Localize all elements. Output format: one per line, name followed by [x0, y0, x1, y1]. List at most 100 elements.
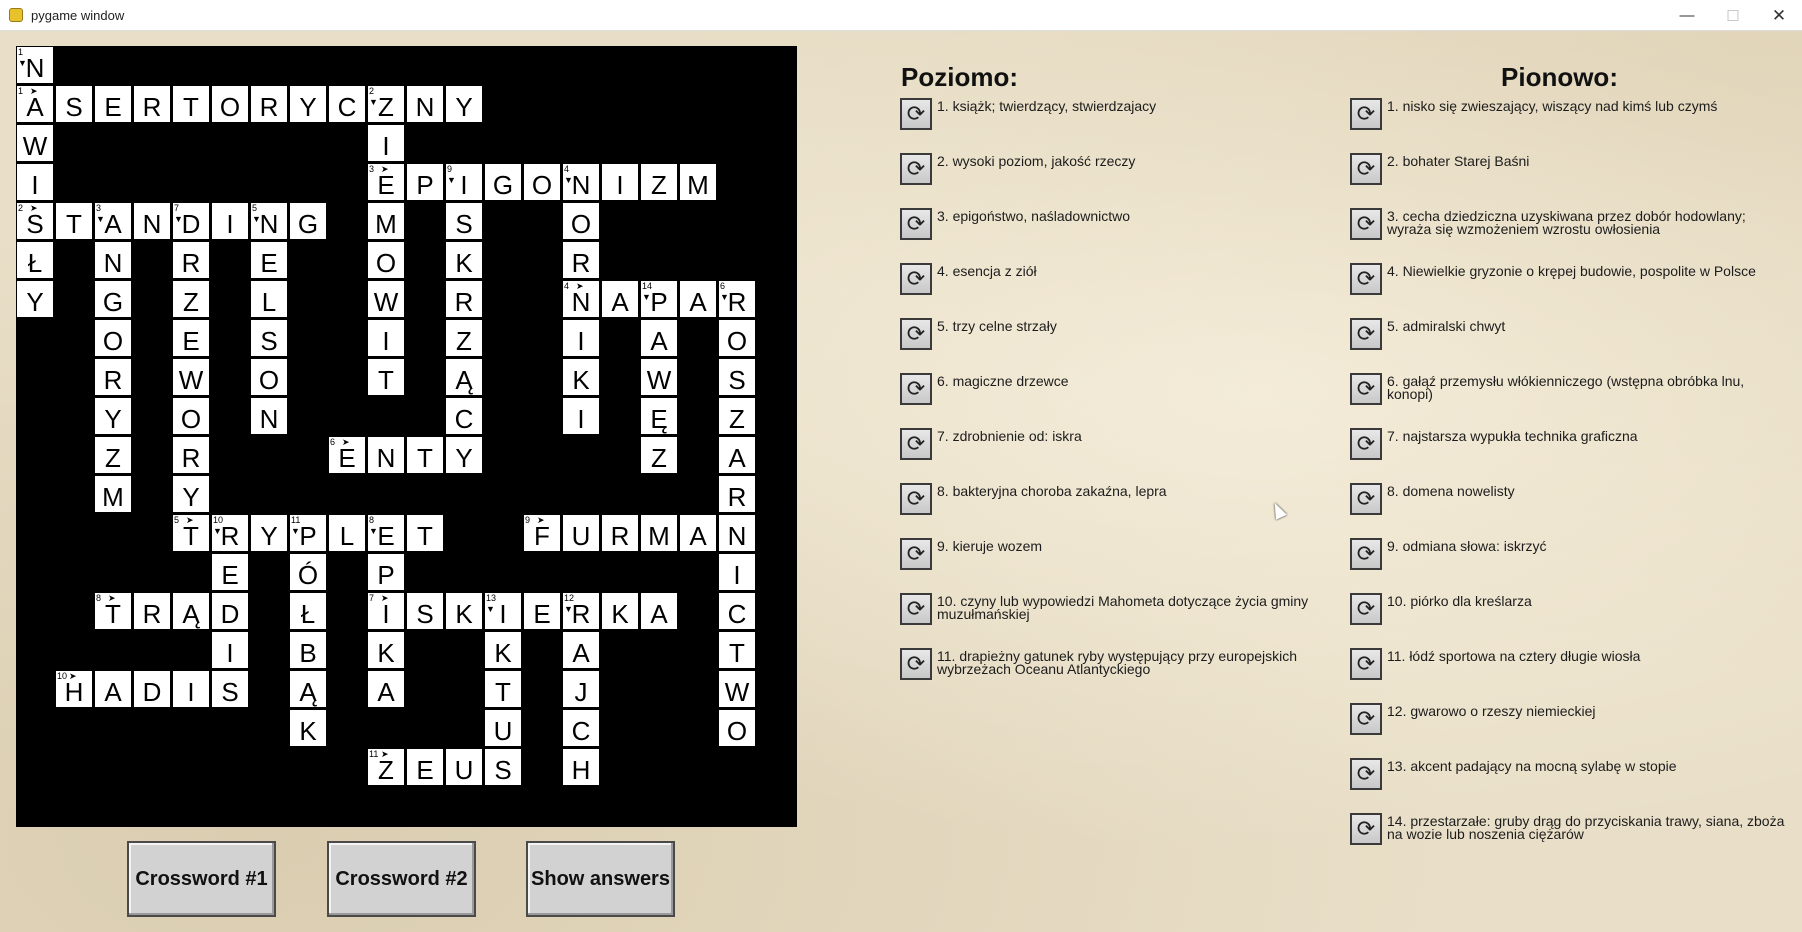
- crossword-cell[interactable]: G: [290, 203, 326, 239]
- crossword-cell[interactable]: Ą: [446, 359, 482, 395]
- crossword-cell[interactable]: D: [134, 671, 170, 707]
- crossword-cell[interactable]: I: [368, 320, 404, 356]
- crossword-cell[interactable]: T: [173, 86, 209, 122]
- crossword-cell[interactable]: C: [329, 86, 365, 122]
- crossword-cell[interactable]: U: [563, 515, 599, 551]
- crossword-cell[interactable]: E 6 ➤: [329, 437, 365, 473]
- crossword-cell[interactable]: O: [719, 710, 755, 746]
- crossword-cell[interactable]: Z: [641, 437, 677, 473]
- crossword-cell[interactable]: M: [368, 203, 404, 239]
- crossword-cell[interactable]: C: [719, 593, 755, 629]
- crossword-cell[interactable]: S: [485, 749, 521, 785]
- crossword-cell[interactable]: J: [563, 671, 599, 707]
- crossword-cell[interactable]: O: [368, 242, 404, 278]
- crossword-cell[interactable]: L: [329, 515, 365, 551]
- crossword-cell[interactable]: S: [719, 359, 755, 395]
- crossword-cell[interactable]: Z 2 ▼: [368, 86, 404, 122]
- minimize-button[interactable]: —: [1664, 0, 1710, 31]
- crossword-cell[interactable]: K: [485, 632, 521, 668]
- crossword-cell[interactable]: P: [407, 164, 443, 200]
- crossword-cell[interactable]: A: [719, 437, 755, 473]
- crossword-cell[interactable]: K: [563, 359, 599, 395]
- crossword-cell[interactable]: R: [95, 359, 131, 395]
- refresh-icon[interactable]: ⟳: [900, 98, 932, 130]
- refresh-icon[interactable]: ⟳: [900, 648, 932, 680]
- crossword-cell[interactable]: P 11 ▼: [290, 515, 326, 551]
- crossword-cell[interactable]: M: [680, 164, 716, 200]
- crossword-cell[interactable]: Y: [446, 86, 482, 122]
- show-answers-button[interactable]: Show answers: [526, 841, 675, 917]
- refresh-icon[interactable]: ⟳: [900, 483, 932, 515]
- refresh-icon[interactable]: ⟳: [1350, 98, 1382, 130]
- crossword-cell[interactable]: Y: [95, 398, 131, 434]
- crossword-cell[interactable]: E: [407, 749, 443, 785]
- crossword-cell[interactable]: A: [602, 281, 638, 317]
- crossword-cell[interactable]: I: [173, 671, 209, 707]
- crossword-cell[interactable]: Y: [290, 86, 326, 122]
- crossword-cell[interactable]: Ł: [17, 242, 53, 278]
- crossword-1-button[interactable]: Crossword #1: [127, 841, 276, 917]
- crossword-cell[interactable]: U: [485, 710, 521, 746]
- crossword-cell[interactable]: O: [251, 359, 287, 395]
- crossword-cell[interactable]: P 14 ▼: [641, 281, 677, 317]
- crossword-cell[interactable]: O: [212, 86, 248, 122]
- refresh-icon[interactable]: ⟳: [900, 208, 932, 240]
- crossword-cell[interactable]: I: [212, 632, 248, 668]
- crossword-cell[interactable]: Z: [446, 320, 482, 356]
- refresh-icon[interactable]: ⟳: [900, 538, 932, 570]
- crossword-cell[interactable]: Z 11 ➤: [368, 749, 404, 785]
- crossword-cell[interactable]: A: [641, 320, 677, 356]
- crossword-cell[interactable]: T 5 ➤: [173, 515, 209, 551]
- refresh-icon[interactable]: ⟳: [1350, 153, 1382, 185]
- title-bar[interactable]: pygame window — ☐ ✕: [0, 0, 1802, 31]
- crossword-cell[interactable]: I 9 ▼: [446, 164, 482, 200]
- crossword-cell[interactable]: T 8 ➤: [95, 593, 131, 629]
- crossword-cell[interactable]: T: [56, 203, 92, 239]
- crossword-cell[interactable]: A: [368, 671, 404, 707]
- crossword-cell[interactable]: I 7 ➤: [368, 593, 404, 629]
- crossword-cell[interactable]: A: [563, 632, 599, 668]
- refresh-icon[interactable]: ⟳: [900, 373, 932, 405]
- crossword-cell[interactable]: G: [95, 281, 131, 317]
- crossword-cell[interactable]: O: [173, 398, 209, 434]
- crossword-cell[interactable]: R: [173, 437, 209, 473]
- refresh-icon[interactable]: ⟳: [1350, 758, 1382, 790]
- crossword-cell[interactable]: A: [95, 671, 131, 707]
- crossword-cell[interactable]: Z: [719, 398, 755, 434]
- crossword-cell[interactable]: C: [563, 710, 599, 746]
- refresh-icon[interactable]: ⟳: [900, 593, 932, 625]
- crossword-cell[interactable]: N 4 ▼: [563, 164, 599, 200]
- crossword-cell[interactable]: K: [368, 632, 404, 668]
- crossword-cell[interactable]: R: [134, 86, 170, 122]
- crossword-cell[interactable]: R: [173, 242, 209, 278]
- refresh-icon[interactable]: ⟳: [900, 263, 932, 295]
- crossword-cell[interactable]: E: [251, 242, 287, 278]
- crossword-cell[interactable]: Y: [446, 437, 482, 473]
- crossword-cell[interactable]: R: [446, 281, 482, 317]
- crossword-cell[interactable]: R: [602, 515, 638, 551]
- refresh-icon[interactable]: ⟳: [1350, 593, 1382, 625]
- crossword-cell[interactable]: S: [212, 671, 248, 707]
- crossword-cell[interactable]: R 6 ▼: [719, 281, 755, 317]
- crossword-cell[interactable]: R: [251, 86, 287, 122]
- crossword-cell[interactable]: I: [602, 164, 638, 200]
- crossword-cell[interactable]: W: [641, 359, 677, 395]
- refresh-icon[interactable]: ⟳: [1350, 483, 1382, 515]
- crossword-cell[interactable]: Ą: [173, 593, 209, 629]
- crossword-cell[interactable]: O: [563, 203, 599, 239]
- refresh-icon[interactable]: ⟳: [1350, 703, 1382, 735]
- crossword-cell[interactable]: T: [368, 359, 404, 395]
- crossword-cell[interactable]: C: [446, 398, 482, 434]
- crossword-cell[interactable]: Ł: [290, 593, 326, 629]
- crossword-cell[interactable]: T: [485, 671, 521, 707]
- crossword-cell[interactable]: K: [602, 593, 638, 629]
- crossword-cell[interactable]: O: [719, 320, 755, 356]
- crossword-cell[interactable]: R 12 ▼: [563, 593, 599, 629]
- refresh-icon[interactable]: ⟳: [1350, 263, 1382, 295]
- crossword-cell[interactable]: Y: [251, 515, 287, 551]
- crossword-cell[interactable]: W: [173, 359, 209, 395]
- crossword-cell[interactable]: T: [407, 437, 443, 473]
- crossword-cell[interactable]: Ó: [290, 554, 326, 590]
- crossword-cell[interactable]: O: [524, 164, 560, 200]
- crossword-cell[interactable]: N: [719, 515, 755, 551]
